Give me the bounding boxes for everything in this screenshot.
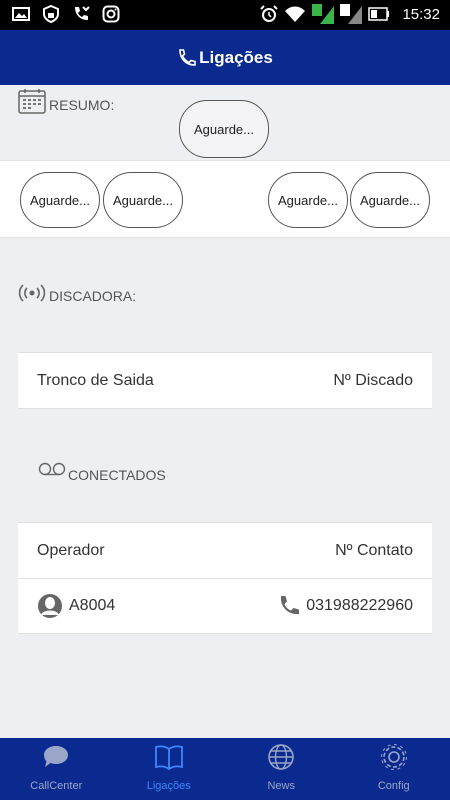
book-icon [154, 745, 183, 771]
summary-pill-top: Aguarde... [179, 100, 269, 158]
col-operador: Operador [37, 541, 105, 559]
operator-name: A8004 [69, 597, 116, 614]
gallery-icon [12, 7, 30, 21]
contact-cell: 031988222960 [278, 595, 413, 617]
discadora-label: DISCADORA: [49, 288, 137, 304]
status-bar: 1 2 15:32 [0, 0, 450, 30]
gear-icon [380, 744, 407, 770]
instagram-icon [102, 5, 120, 23]
voicemail-icon [38, 462, 66, 476]
contact-number: 031988222960 [306, 597, 413, 614]
battery-icon [368, 7, 390, 21]
chat-bubble-icon [44, 746, 69, 767]
summary-pill-2: Aguarde... [103, 172, 183, 228]
tab-callcenter[interactable]: CallCenter [0, 738, 113, 800]
user-icon [38, 594, 62, 618]
summary-pill-1: Aguarde... [20, 172, 100, 228]
table-row[interactable]: A8004 031988222960 [18, 578, 432, 633]
col-tronco: Tronco de Saida [37, 371, 154, 389]
resumo-heading: RESUMO: [18, 88, 114, 114]
summary-pill-3: Aguarde... [268, 172, 348, 228]
tab-news[interactable]: News [225, 738, 338, 800]
tab-label: CallCenter [30, 780, 83, 792]
phone-icon [179, 48, 196, 66]
col-contato: Nº Contato [335, 541, 413, 559]
tab-label: News [267, 780, 295, 792]
tab-label: Config [377, 780, 410, 792]
conectados-heading: CONECTADOS [38, 455, 166, 483]
operator-cell: A8004 [37, 593, 115, 619]
tab-ligacoes[interactable]: Ligações [113, 738, 226, 800]
broadcast-icon [18, 284, 46, 302]
signal-sim1-icon [312, 4, 335, 24]
signal-sim2-icon [340, 4, 363, 24]
summary-pill-4: Aguarde... [350, 172, 430, 228]
summary-strip: Aguarde... Aguarde... Aguarde... Aguarde… [0, 160, 450, 238]
tab-label: Ligações [146, 780, 191, 792]
discadora-table: Tronco de Saida Nº Discado [18, 352, 432, 409]
tab-config[interactable]: Config [338, 738, 450, 800]
status-time: 15:32 [402, 5, 440, 23]
missed-call-icon [75, 6, 90, 20]
conectados-label: CONECTADOS [68, 467, 166, 483]
alarm-icon [260, 5, 279, 22]
discadora-heading: DISCADORA: [18, 282, 136, 304]
phone-icon [281, 596, 300, 615]
app-header: Ligações [0, 30, 450, 85]
wifi-icon [285, 6, 306, 22]
col-discado: Nº Discado [333, 371, 413, 389]
resumo-label: RESUMO: [49, 97, 115, 113]
calendar-icon [18, 89, 46, 114]
bottom-navigation: CallCenter Ligações News Config [0, 738, 450, 800]
table-header-row: Operador Nº Contato [18, 523, 432, 578]
page-title: Ligações [199, 47, 273, 67]
shield-icon [43, 5, 59, 23]
table-header-row: Tronco de Saida Nº Discado [18, 353, 432, 408]
globe-icon [268, 744, 295, 770]
conectados-table: Operador Nº Contato A8004 031988222960 [18, 522, 432, 634]
